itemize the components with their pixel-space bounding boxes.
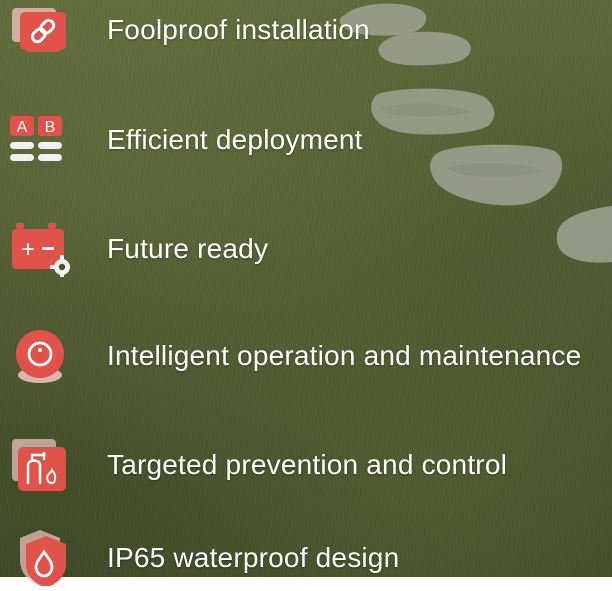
feature-label: Future ready <box>107 233 269 264</box>
feature-item-targeted-prevention: Targeted prevention and control <box>10 437 612 493</box>
feature-label: Foolproof installation <box>107 14 370 45</box>
svg-text:+: + <box>21 236 35 263</box>
svg-text:B: B <box>45 119 56 136</box>
svg-text:A: A <box>17 119 28 136</box>
feature-item-future-ready: + Future ready <box>10 221 612 279</box>
feature-item-intelligent-operation: Intelligent operation and maintenance <box>10 328 612 384</box>
feature-label: IP65 waterproof design <box>107 542 400 573</box>
feature-label: Efficient deployment <box>107 124 363 155</box>
feature-label: Targeted prevention and control <box>107 449 508 480</box>
camera-icon <box>10 328 70 384</box>
feature-item-efficient-deployment: A B Efficient deployment <box>10 112 612 168</box>
link-icon <box>10 2 70 58</box>
water-drop-shield-icon <box>10 530 70 588</box>
feature-item-foolproof-installation: Foolproof installation <box>10 2 612 58</box>
feature-label: Intelligent operation and maintenance <box>107 340 582 371</box>
ab-grid-icon: A B <box>10 112 70 168</box>
feature-item-ip65-waterproof: IP65 waterproof design <box>10 530 612 588</box>
fire-hydrant-icon <box>10 437 70 493</box>
battery-gear-icon: + <box>10 221 74 279</box>
